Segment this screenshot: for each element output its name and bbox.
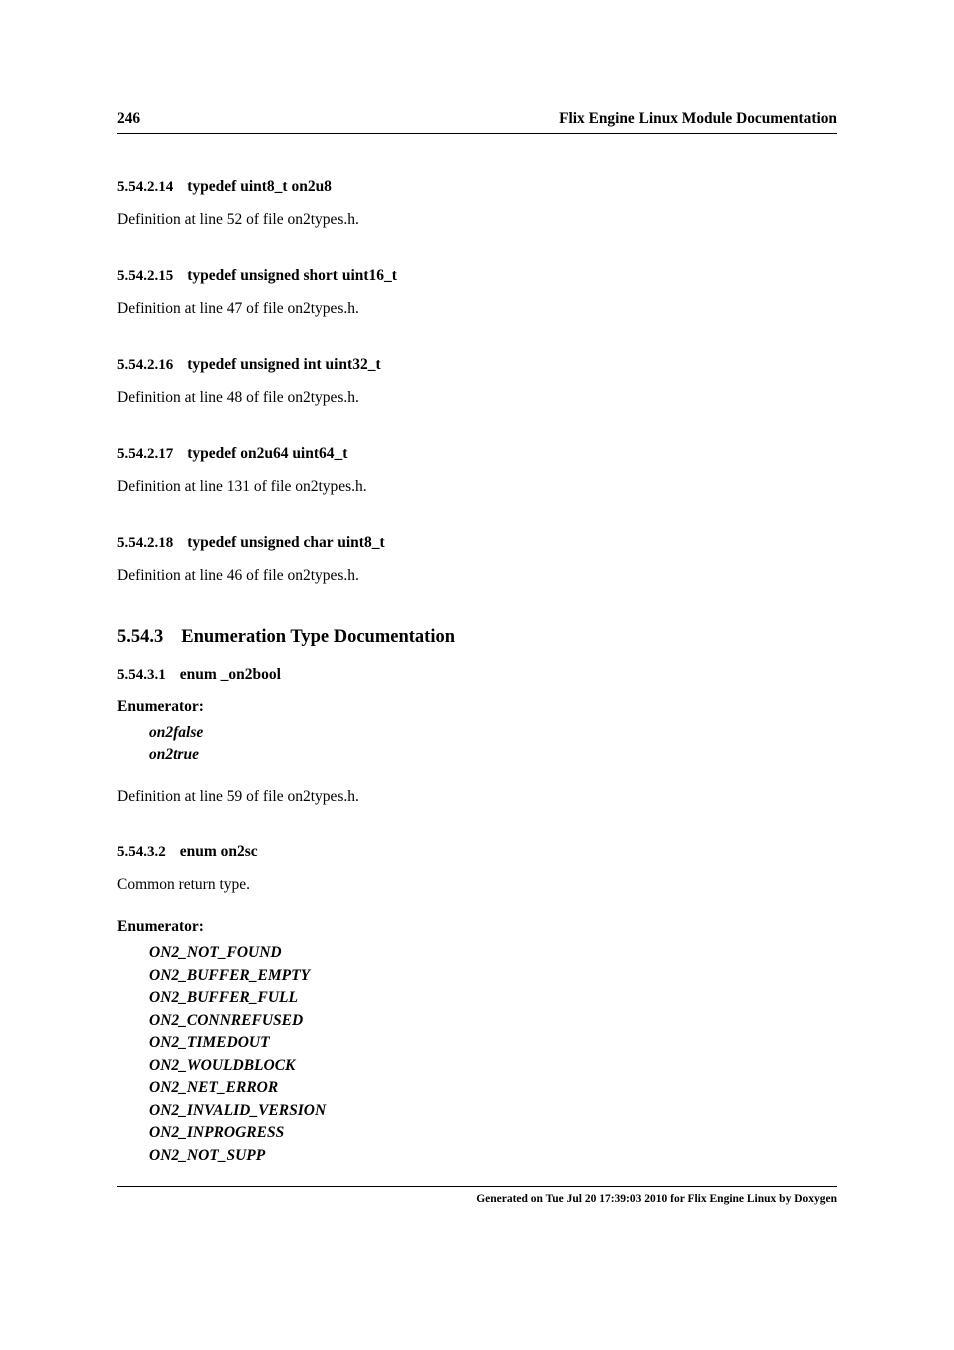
section-heading: 5.54.2.16 typedef unsigned int uint32_t xyxy=(117,356,837,374)
enum-section-title: Enumeration Type Documentation xyxy=(181,627,455,647)
page-content: 246 Flix Engine Linux Module Documentati… xyxy=(0,0,954,1227)
enumerator-item: on2false xyxy=(149,722,837,744)
section-number: 5.54.2.17 xyxy=(117,446,173,462)
enumerator-item: ON2_INVALID_VERSION xyxy=(149,1100,837,1122)
section-title: typedef uint8_t on2u8 xyxy=(187,178,332,195)
enumerator-item: ON2_TIMEDOUT xyxy=(149,1032,837,1054)
enumerator-item: ON2_BUFFER_EMPTY xyxy=(149,965,837,987)
enumerator-item: ON2_WOULDBLOCK xyxy=(149,1055,837,1077)
section-title: typedef unsigned short uint16_t xyxy=(187,267,397,284)
section-heading: 5.54.2.18 typedef unsigned char uint8_t xyxy=(117,534,837,552)
page-header: 246 Flix Engine Linux Module Documentati… xyxy=(117,110,837,134)
section-heading: 5.54.2.17 typedef on2u64 uint64_t xyxy=(117,445,837,463)
enumerator-item: ON2_NET_ERROR xyxy=(149,1077,837,1099)
section-number: 5.54.2.15 xyxy=(117,268,173,284)
enumerator-item: ON2_INPROGRESS xyxy=(149,1122,837,1144)
enumerator-list: ON2_NOT_FOUND ON2_BUFFER_EMPTY ON2_BUFFE… xyxy=(149,942,837,1167)
section-body: Definition at line 59 of file on2types.h… xyxy=(117,787,837,808)
enumerator-item: ON2_CONNREFUSED xyxy=(149,1010,837,1032)
section-body: Definition at line 52 of file on2types.h… xyxy=(117,210,837,231)
section-title: typedef unsigned int uint32_t xyxy=(187,356,380,373)
section-body: Definition at line 47 of file on2types.h… xyxy=(117,299,837,320)
enum-section-number: 5.54.3 xyxy=(117,627,163,647)
section-heading: 5.54.3.2 enum on2sc xyxy=(117,843,837,861)
page-number: 246 xyxy=(117,110,140,128)
enumerator-list: on2false on2true xyxy=(149,722,837,767)
section-number: 5.54.3.2 xyxy=(117,844,166,860)
section-title: typedef on2u64 uint64_t xyxy=(187,445,347,462)
section-number: 5.54.2.14 xyxy=(117,179,173,195)
enumerator-label: Enumerator: xyxy=(117,918,837,936)
section-title: enum _on2bool xyxy=(180,666,281,683)
section-title: enum on2sc xyxy=(180,843,258,860)
enumerator-item: on2true xyxy=(149,744,837,766)
page-footer: Generated on Tue Jul 20 17:39:03 2010 fo… xyxy=(117,1186,837,1205)
section-heading: 5.54.2.15 typedef unsigned short uint16_… xyxy=(117,267,837,285)
section-number: 5.54.2.18 xyxy=(117,535,173,551)
section-body: Definition at line 48 of file on2types.h… xyxy=(117,388,837,409)
enum-section-heading: 5.54.3 Enumeration Type Documentation xyxy=(117,627,837,648)
enumerator-item: ON2_NOT_FOUND xyxy=(149,942,837,964)
section-heading: 5.54.2.14 typedef uint8_t on2u8 xyxy=(117,178,837,196)
section-body: Definition at line 131 of file on2types.… xyxy=(117,477,837,498)
section-number: 5.54.3.1 xyxy=(117,667,166,683)
section-title: typedef unsigned char uint8_t xyxy=(187,534,384,551)
section-number: 5.54.2.16 xyxy=(117,357,173,373)
page-title: Flix Engine Linux Module Documentation xyxy=(559,110,837,128)
enumerator-item: ON2_NOT_SUPP xyxy=(149,1145,837,1167)
section-body: Definition at line 46 of file on2types.h… xyxy=(117,566,837,587)
section-description: Common return type. xyxy=(117,875,837,896)
enumerator-item: ON2_BUFFER_FULL xyxy=(149,987,837,1009)
enumerator-label: Enumerator: xyxy=(117,698,837,716)
section-heading: 5.54.3.1 enum _on2bool xyxy=(117,666,837,684)
